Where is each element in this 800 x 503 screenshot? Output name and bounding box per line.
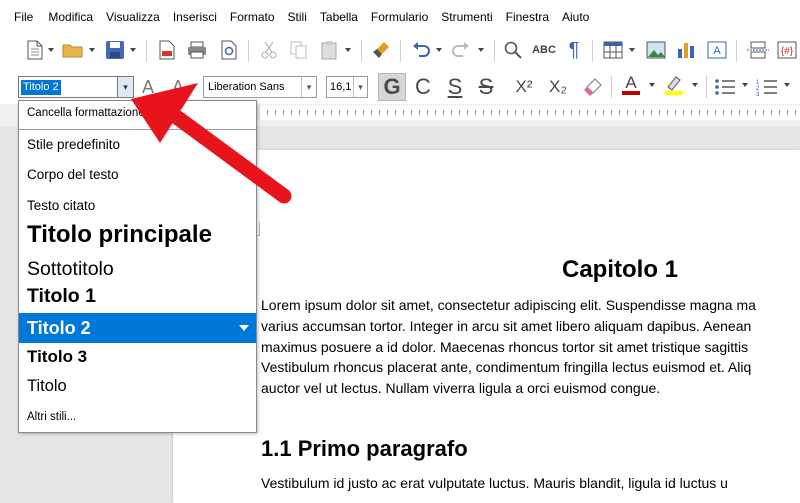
annotation-arrow-icon bbox=[131, 83, 292, 204]
